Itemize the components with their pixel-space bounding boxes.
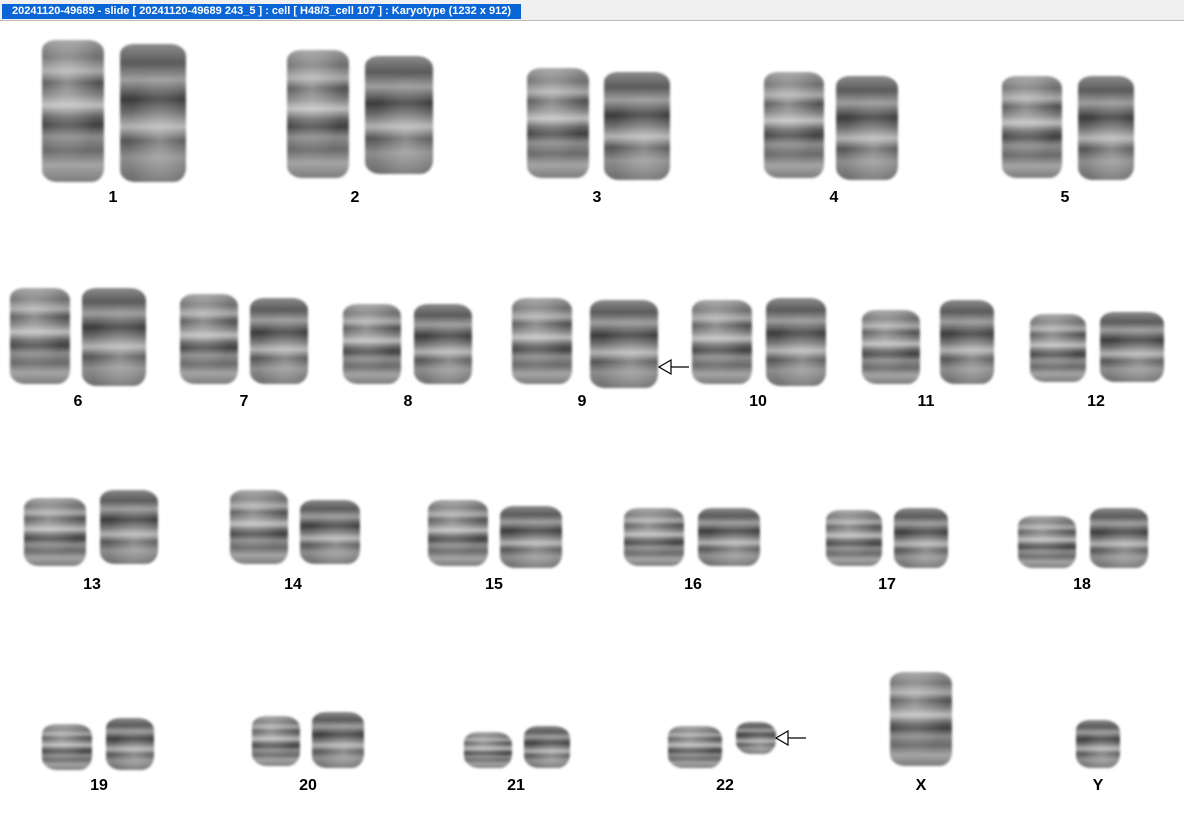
chromosome-22a — [668, 726, 722, 768]
chromosome-21b — [524, 726, 570, 768]
chromosome-13b — [100, 490, 158, 564]
chromosome-label: 7 — [239, 393, 249, 410]
chromosome-20b — [312, 712, 364, 768]
chromosome-14a — [230, 490, 288, 564]
chromosome-1a — [42, 40, 104, 182]
chromosome-label: 6 — [73, 393, 83, 410]
chromosome-label: 16 — [684, 576, 702, 593]
chromosome-9b — [590, 300, 658, 388]
chromosome-11a — [862, 310, 920, 384]
chromosome-label: 11 — [917, 393, 935, 410]
chromosome-label: 21 — [507, 777, 525, 794]
chromosome-3a — [527, 68, 589, 178]
chromosome-11b — [940, 300, 994, 384]
chromosome-16a — [624, 508, 684, 566]
chromosome-7a — [180, 294, 238, 384]
chromosome-2b — [365, 56, 433, 174]
chromosome-18b — [1090, 508, 1148, 568]
chromosome-14b — [300, 500, 360, 564]
chromosome-16b — [698, 508, 760, 566]
chromosome-label: 15 — [485, 576, 503, 593]
chromosome-7b — [250, 298, 308, 384]
abnormality-arrow-icon — [658, 359, 689, 375]
chromosome-label: 2 — [350, 189, 360, 206]
chromosome-10a — [692, 300, 752, 384]
chromosome-label: 8 — [403, 393, 413, 410]
karyotype-canvas: 1 2 3 4 5 6 7 8 9 10 11 12 13 14 15 16 1… — [0, 22, 1184, 832]
chromosome-5a — [1002, 76, 1062, 178]
chromosome-label: 14 — [284, 576, 302, 593]
chromosome-label: 13 — [83, 576, 101, 593]
chromosome-12a — [1030, 314, 1086, 382]
chromosome-label: 19 — [90, 777, 108, 794]
chromosome-19a — [42, 724, 92, 770]
chromosome-label: 4 — [829, 189, 839, 206]
chromosome-label: 12 — [1087, 393, 1105, 410]
chromosome-label: X — [915, 777, 927, 794]
window-titlebar: 20241120-49689 - slide [ 20241120-49689 … — [0, 0, 1184, 21]
abnormality-arrow-icon — [775, 730, 806, 746]
window-title: 20241120-49689 - slide [ 20241120-49689 … — [2, 4, 522, 19]
chromosome-6b — [82, 288, 146, 386]
chromosome-5b — [1078, 76, 1134, 180]
chromosome-label: 18 — [1073, 576, 1091, 593]
chromosome-19b — [106, 718, 154, 770]
chromosome-13a — [24, 498, 86, 566]
chromosome-22b — [736, 722, 776, 754]
chromosome-label: 9 — [577, 393, 587, 410]
chromosome-label: Y — [1092, 777, 1104, 794]
chromosome-x — [890, 672, 952, 766]
chromosome-2a — [287, 50, 349, 178]
chromosome-label: 5 — [1060, 189, 1070, 206]
chromosome-label: 3 — [592, 189, 602, 206]
chromosome-4b — [836, 76, 898, 180]
chromosome-3b — [604, 72, 670, 180]
chromosome-18a — [1018, 516, 1076, 568]
chromosome-label: 10 — [749, 393, 767, 410]
chromosome-10b — [766, 298, 826, 386]
chromosome-label: 1 — [108, 189, 118, 206]
chromosome-17a — [826, 510, 882, 566]
chromosome-label: 17 — [878, 576, 896, 593]
chromosome-17b — [894, 508, 948, 568]
chromosome-9a — [512, 298, 572, 384]
chromosome-15b — [500, 506, 562, 568]
chromosome-20a — [252, 716, 300, 766]
chromosome-4a — [764, 72, 824, 178]
chromosome-1b — [120, 44, 186, 182]
chromosome-label: 20 — [299, 777, 317, 794]
chromosome-label: 22 — [716, 777, 734, 794]
chromosome-8a — [343, 304, 401, 384]
chromosome-6a — [10, 288, 70, 384]
chromosome-y — [1076, 720, 1120, 768]
chromosome-15a — [428, 500, 488, 566]
chromosome-12b — [1100, 312, 1164, 382]
chromosome-21a — [464, 732, 512, 768]
chromosome-8b — [414, 304, 472, 384]
